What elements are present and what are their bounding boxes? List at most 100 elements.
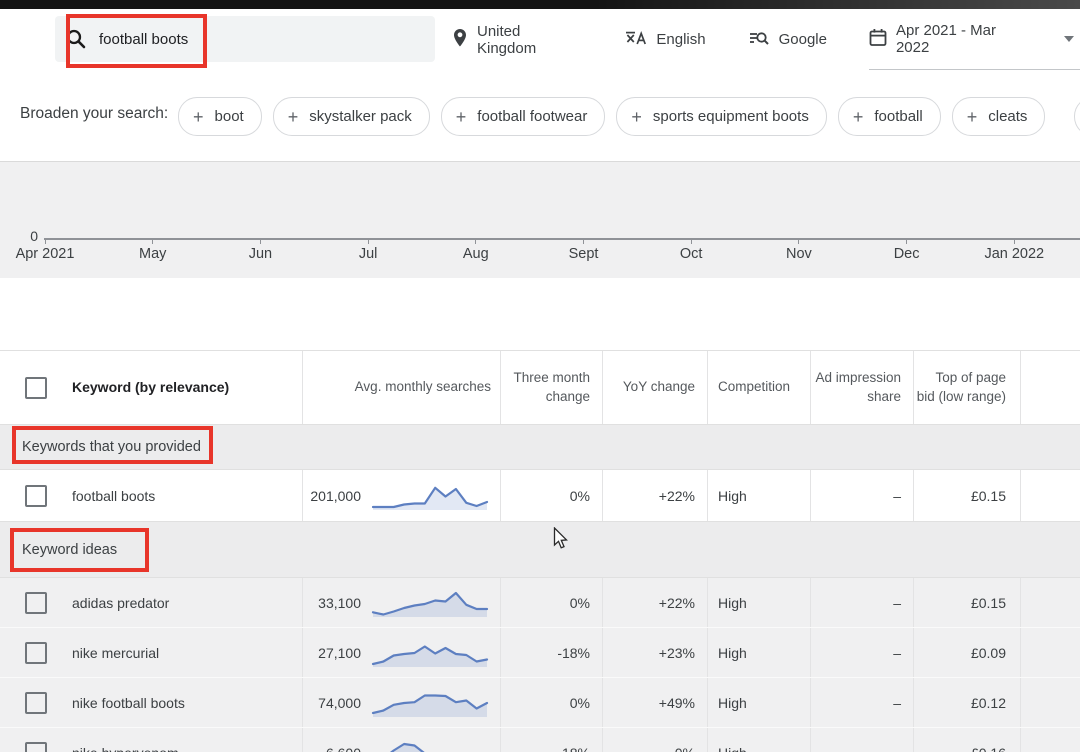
keyword-cell: nike mercurial — [0, 628, 302, 677]
broaden-chip[interactable]: + football footwear — [441, 97, 606, 136]
targeting-settings: United Kingdom English — [452, 9, 1080, 70]
broaden-chip[interactable]: + football — [838, 97, 941, 136]
keyword-table: Keyword (by relevance) Avg. monthly sear… — [0, 350, 1080, 752]
broaden-chip[interactable]: + boot — [178, 97, 262, 136]
header-competition[interactable]: Competition — [707, 351, 810, 424]
broaden-chip[interactable]: + skystalker pack — [273, 97, 430, 136]
chart-axis-tick — [691, 238, 692, 244]
language-setting[interactable]: English — [625, 9, 705, 70]
chart-axis-tick — [260, 238, 261, 244]
search-value: football boots — [99, 31, 188, 48]
avg-monthly-searches-value: 33,100 — [318, 595, 361, 611]
row-checkbox[interactable] — [25, 592, 47, 614]
chart-axis-tick — [583, 238, 584, 244]
chevron-down-icon[interactable] — [1064, 36, 1074, 42]
top-of-page-bid-cell: £0.16 — [913, 728, 1020, 752]
keyword-text: nike football boots — [72, 695, 185, 711]
competition-cell: High — [707, 628, 810, 677]
chart-axis-tick — [368, 238, 369, 244]
row-checkbox[interactable] — [25, 485, 47, 507]
section-title: Keywords that you provided — [22, 439, 201, 455]
keyword-text: nike mercurial — [72, 645, 159, 661]
three-month-change-cell: 0% — [500, 678, 602, 727]
avg-monthly-searches-cell: 74,000 — [302, 678, 500, 727]
add-icon: + — [456, 108, 467, 126]
row-spacer — [1020, 678, 1080, 727]
add-icon: + — [967, 108, 978, 126]
network-search-icon — [748, 29, 770, 51]
network-setting[interactable]: Google — [748, 9, 827, 70]
table-header-row: Keyword (by relevance) Avg. monthly sear… — [0, 350, 1080, 425]
ad-impression-share-cell: – — [810, 470, 913, 521]
ad-impression-share-cell: – — [810, 678, 913, 727]
header-top-of-page-bid-low[interactable]: Top of page bid (low range) — [913, 351, 1020, 424]
header-spacer — [1020, 351, 1080, 424]
header-ad-impression-share[interactable]: Ad impression share — [810, 351, 913, 424]
header-avg-monthly-searches[interactable]: Avg. monthly searches — [302, 351, 500, 424]
row-spacer — [1020, 470, 1080, 521]
keyword-cell: adidas predator — [0, 578, 302, 627]
ad-impression-share-cell: – — [810, 628, 913, 677]
competition-cell: High — [707, 578, 810, 627]
chart-month-label: Jan 2022 — [960, 246, 1068, 262]
header-yoy-change[interactable]: YoY change — [602, 351, 707, 424]
location-pin-icon — [452, 28, 468, 52]
chart-axis-tick — [1014, 238, 1015, 244]
keyword-row[interactable]: nike football boots74,0000%+49%High–£0.1… — [0, 678, 1080, 728]
keyword-cell: nike hypervenom — [0, 728, 302, 752]
row-spacer — [1020, 628, 1080, 677]
window-top-bar — [0, 0, 1080, 9]
broaden-chip[interactable]: + sports equipment boots — [616, 97, 826, 136]
row-spacer — [1020, 728, 1080, 752]
broaden-chip-partial[interactable] — [1074, 97, 1080, 136]
select-all-checkbox[interactable] — [25, 377, 47, 399]
keyword-cell: football boots — [0, 470, 302, 521]
search-header: football boots United Kingdom — [0, 9, 1080, 72]
top-of-page-bid-cell: £0.15 — [913, 578, 1020, 627]
ad-impression-share-cell: – — [810, 728, 913, 752]
chart-axis-tick — [798, 238, 799, 244]
row-checkbox[interactable] — [25, 692, 47, 714]
row-spacer — [1020, 578, 1080, 627]
avg-monthly-searches-value: 201,000 — [310, 488, 361, 504]
chart-y-zero-label: 0 — [18, 228, 38, 244]
competition-cell: High — [707, 470, 810, 521]
keyword-row[interactable]: nike hypervenom6,600-18%0%High–£0.16 — [0, 728, 1080, 752]
competition-cell: High — [707, 728, 810, 752]
broaden-search-row: Broaden your search: + boot + skystalker… — [0, 71, 1080, 161]
yoy-change-cell: 0% — [602, 728, 707, 752]
keyword-row[interactable]: nike mercurial27,100-18%+23%High–£0.09 — [0, 628, 1080, 678]
avg-monthly-searches-value: 74,000 — [318, 695, 361, 711]
three-month-change-cell: 0% — [500, 578, 602, 627]
section-title: Keyword ideas — [22, 542, 117, 558]
avg-monthly-searches-value: 6,600 — [326, 745, 361, 752]
date-range-label: Apr 2021 - Mar 2022 — [896, 22, 1033, 56]
yoy-change-cell: +23% — [602, 628, 707, 677]
broaden-chip[interactable]: + cleats — [952, 97, 1046, 136]
header-three-month-change[interactable]: Three month change — [500, 351, 602, 424]
avg-monthly-searches-value: 27,100 — [318, 645, 361, 661]
row-checkbox[interactable] — [25, 642, 47, 664]
yoy-change-cell: +49% — [602, 678, 707, 727]
header-keyword[interactable]: Keyword (by relevance) — [0, 351, 302, 424]
search-trend-sparkline — [371, 587, 489, 619]
chart-axis-tick — [45, 238, 46, 244]
keyword-row[interactable]: adidas predator33,1000%+22%High–£0.15 — [0, 578, 1080, 628]
keyword-row[interactable]: football boots201,0000%+22%High–£0.15 — [0, 470, 1080, 522]
translate-icon — [625, 29, 647, 51]
broaden-chips: + boot + skystalker pack + football foot… — [178, 97, 1045, 136]
add-icon: + — [193, 108, 204, 126]
broaden-label: Broaden your search: — [20, 105, 168, 123]
keyword-search-input[interactable]: football boots — [55, 16, 435, 62]
avg-monthly-searches-cell: 6,600 — [302, 728, 500, 752]
date-range-setting[interactable]: Apr 2021 - Mar 2022 — [869, 9, 1080, 70]
chart-month-label: Apr 2021 — [0, 246, 99, 262]
top-of-page-bid-cell: £0.12 — [913, 678, 1020, 727]
row-checkbox[interactable] — [25, 742, 47, 752]
location-setting[interactable]: United Kingdom — [452, 9, 583, 70]
keyword-text: nike hypervenom — [72, 745, 179, 752]
chart-month-label: Jul — [314, 246, 422, 262]
search-trend-sparkline — [371, 637, 489, 669]
avg-monthly-searches-cell: 33,100 — [302, 578, 500, 627]
chart-month-label: Jun — [206, 246, 314, 262]
